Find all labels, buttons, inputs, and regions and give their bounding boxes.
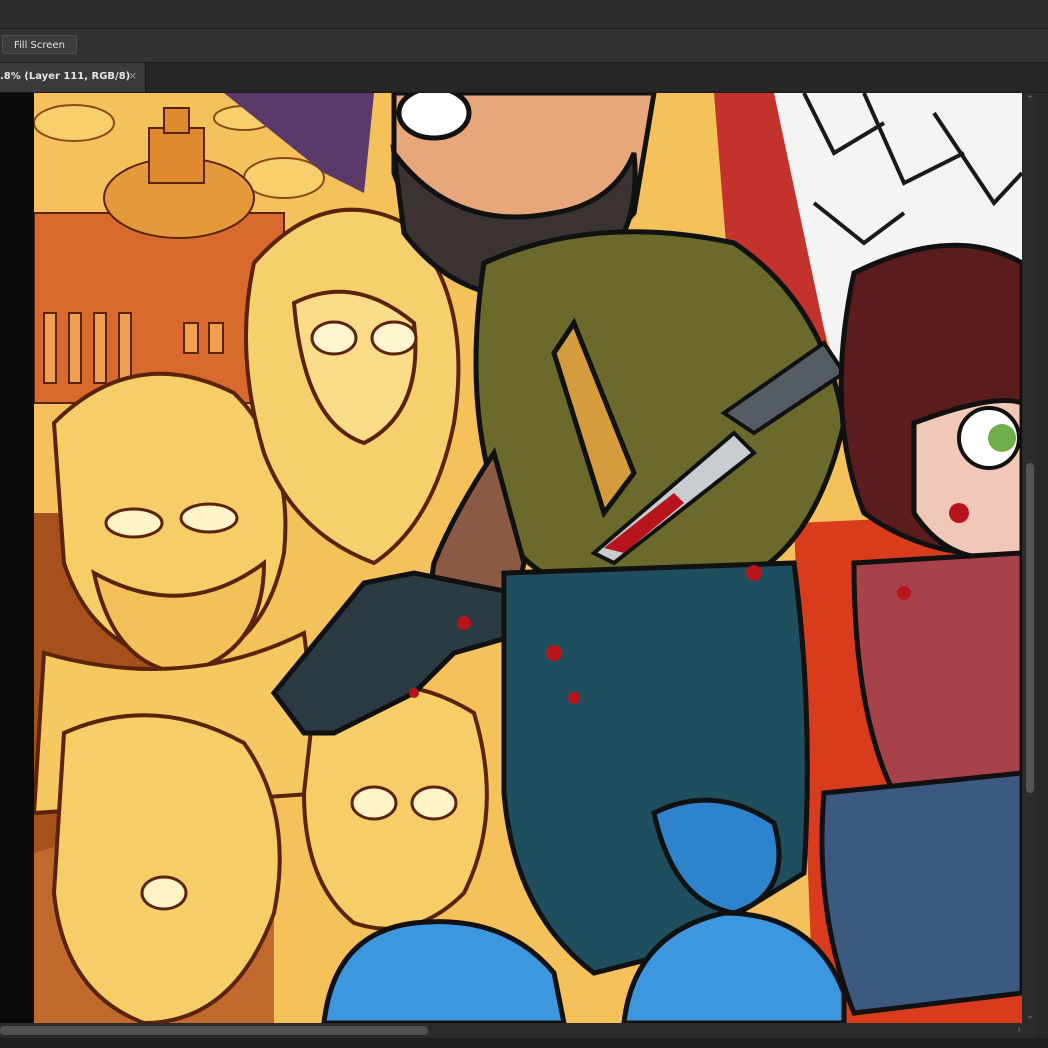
vertical-scroll-thumb[interactable]: [1026, 463, 1034, 793]
document-tab-title: .8% (Layer 111, RGB/8): [0, 71, 131, 82]
vertical-scrollbar[interactable]: ⌃ ⌄: [1023, 93, 1037, 1023]
close-icon[interactable]: ×: [128, 69, 137, 82]
pasteboard: [0, 93, 34, 1023]
artwork-illustration: [34, 93, 1022, 1023]
menu-bar: [0, 0, 1048, 29]
document-canvas[interactable]: [34, 93, 1022, 1023]
options-bar: Fill Screen: [0, 29, 1048, 63]
status-bar: [0, 1038, 1048, 1048]
scroll-down-icon[interactable]: ⌄: [1025, 1011, 1035, 1021]
scroll-right-icon[interactable]: ›: [1017, 1025, 1021, 1035]
horizontal-scrollbar[interactable]: ›: [0, 1023, 1037, 1038]
scroll-up-icon[interactable]: ⌃: [1025, 95, 1035, 105]
fill-screen-button[interactable]: Fill Screen: [2, 35, 77, 54]
document-tab-bar: .8% (Layer 111, RGB/8) ×: [0, 63, 1048, 93]
document-tab[interactable]: .8% (Layer 111, RGB/8) ×: [0, 63, 146, 92]
horizontal-scroll-thumb[interactable]: [0, 1026, 428, 1035]
